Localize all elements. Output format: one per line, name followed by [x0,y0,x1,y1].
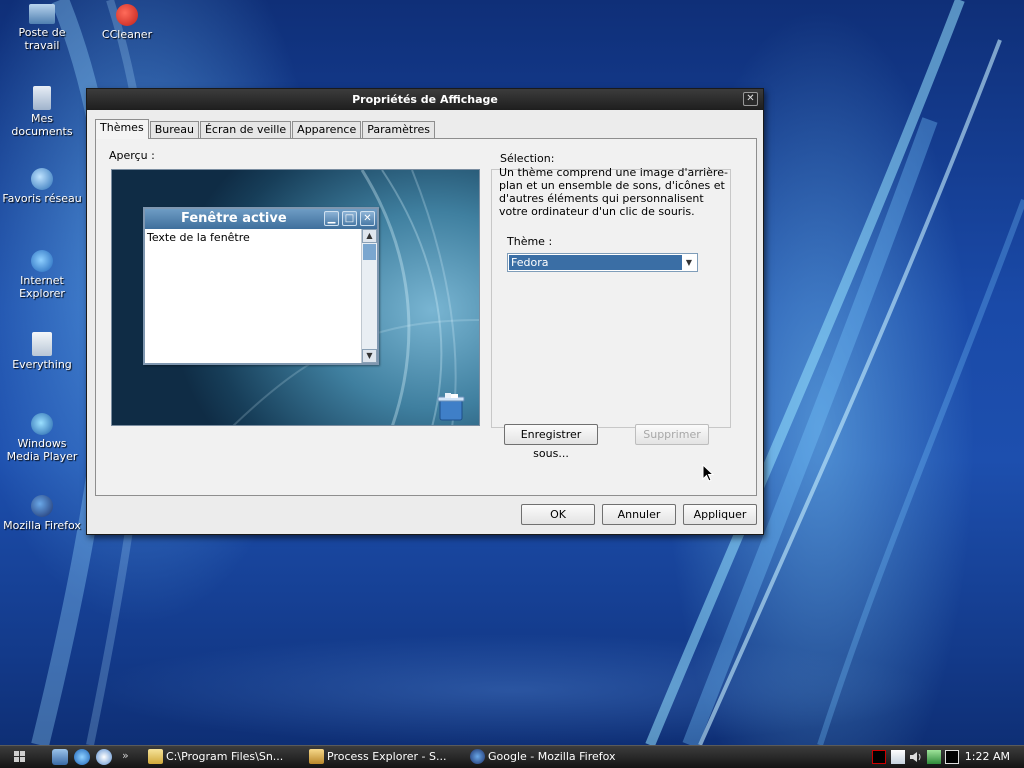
tray-window-icon[interactable] [945,750,959,764]
scroll-up-icon: ▲ [362,229,377,243]
desktop-icon-mes-documents[interactable]: Mes documents [0,86,84,138]
documents-icon [33,86,51,110]
tab-themes[interactable]: Thèmes [95,119,149,139]
media-player-icon [31,413,53,435]
recycle-bin-icon [437,393,465,421]
dialog-titlebar[interactable]: Propriétés de Affichage ✕ [87,89,763,110]
process-explorer-icon [309,749,324,764]
media-player-icon[interactable] [96,749,112,765]
desktop-icon-ccleaner[interactable]: CCleaner [85,4,169,41]
internet-explorer-icon [31,250,53,272]
tab-bureau[interactable]: Bureau [149,121,199,139]
taskbar-item-firefox[interactable]: Google - Mozilla Firefox [468,747,638,767]
preview-window-title: Fenêtre active ▁ □ ✕ [145,209,377,229]
internet-explorer-icon[interactable] [74,749,90,765]
firefox-icon [31,495,53,517]
taskbar-item-process-explorer[interactable]: Process Explorer - S... [307,747,457,767]
scroll-down-icon: ▼ [362,349,377,363]
apply-button[interactable]: Appliquer [683,504,757,525]
chevron-down-icon[interactable]: ▼ [682,255,696,270]
start-menu-icon[interactable] [14,751,28,763]
ok-button[interactable]: OK [521,504,595,525]
mouse-cursor-icon [702,464,714,482]
desktop-icon-favoris-reseau[interactable]: Favoris réseau [0,168,84,205]
delete-button[interactable]: Supprimer [635,424,709,445]
ccleaner-icon [116,4,138,26]
desktop-icon-windows-media-player[interactable]: Windows Media Player [0,413,84,463]
theme-label: Thème : [507,235,553,248]
close-button[interactable]: ✕ [743,92,758,106]
show-desktop-icon[interactable] [52,749,68,765]
scroll-thumb [363,244,376,260]
folder-icon [148,749,163,764]
desktop-icon-poste-de-travail[interactable]: Poste de travail [0,4,84,52]
display-properties-dialog: Propriétés de Affichage ✕ Thèmes Bureau … [86,88,764,535]
themes-panel: Aperçu : Fenêtre active ▁ □ ✕ Texte de l… [95,138,757,496]
tab-ecran-de-veille[interactable]: Écran de veille [199,121,292,139]
minimize-icon: ▁ [324,211,339,226]
tab-strip: Thèmes Bureau Écran de veille Apparence … [95,119,436,139]
maximize-icon: □ [342,211,357,226]
desktop-icon-everything[interactable]: Everything [0,332,84,371]
preview-window-controls: ▁ □ ✕ [321,211,375,226]
save-as-button[interactable]: Enregistrer sous... [504,424,598,460]
tray-document-icon[interactable] [891,750,905,764]
tab-apparence[interactable]: Apparence [292,121,362,139]
computer-icon [29,4,55,24]
desktop-icon-mozilla-firefox[interactable]: Mozilla Firefox [0,495,84,532]
cancel-button[interactable]: Annuler [602,504,676,525]
taskbar-clock[interactable]: 1:22 AM [965,750,1010,763]
theme-preview: Fenêtre active ▁ □ ✕ Texte de la fenêtre… [111,169,480,426]
preview-active-window: Fenêtre active ▁ □ ✕ Texte de la fenêtre… [143,207,379,365]
dialog-title: Propriétés de Affichage [352,93,498,106]
preview-label: Aperçu : [109,149,155,162]
tray-app-icon[interactable] [872,750,886,764]
tab-parametres[interactable]: Paramètres [362,121,435,139]
taskbar: » C:\Program Files\Sn... Process Explore… [0,745,1024,768]
theme-dropdown[interactable]: Fedora ▼ [507,253,698,272]
volume-icon[interactable] [909,750,923,764]
preview-window-text: Texte de la fenêtre [147,231,250,244]
network-icon[interactable] [927,750,941,764]
selection-description: Un thème comprend une image d'arrière-pl… [499,166,728,218]
quick-launch-overflow[interactable]: » [122,748,132,764]
desktop-icon-internet-explorer[interactable]: Internet Explorer [0,250,84,300]
start-grid-icon [14,751,25,762]
close-icon: ✕ [360,211,375,226]
close-icon: ✕ [746,93,755,104]
taskbar-item-explorer[interactable]: C:\Program Files\Sn... [146,747,296,767]
preview-scrollbar: ▲ ▼ [361,229,377,363]
firefox-icon [470,749,485,764]
network-globe-icon [31,168,53,190]
selection-label: Sélection: [499,152,556,165]
theme-selected-value: Fedora [509,255,682,270]
search-magnifier-icon [32,332,52,356]
